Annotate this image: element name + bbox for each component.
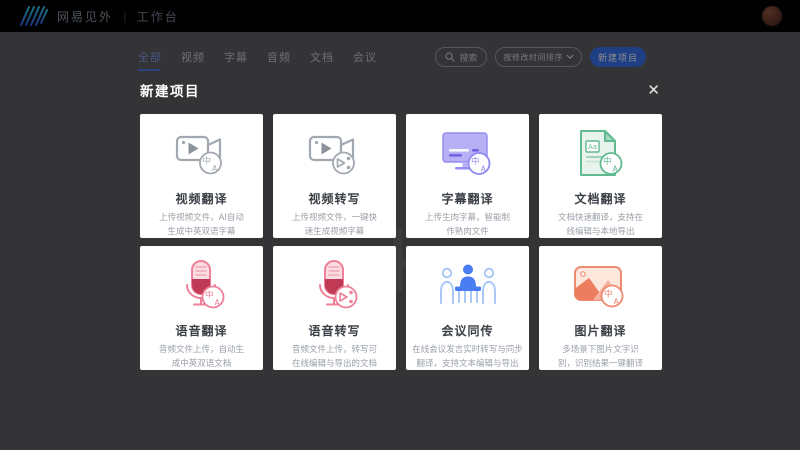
card-title: 字幕翻译 bbox=[441, 190, 493, 207]
modal-header: 新建项目 ✕ bbox=[140, 80, 662, 100]
video-transcribe-icon bbox=[303, 126, 367, 182]
card-desc: 上传生肉字幕，智能制 作熟肉文件 bbox=[421, 212, 514, 239]
video-translate-icon bbox=[170, 126, 234, 182]
card-speech-transcribe[interactable]: 语音转写 音频文件上传，转写可 在线编辑与导出的文档 bbox=[273, 246, 396, 370]
modal-title: 新建项目 bbox=[140, 80, 200, 100]
close-icon[interactable]: ✕ bbox=[645, 83, 662, 98]
speech-translate-icon bbox=[170, 258, 234, 314]
app-window: 网易见外 | 工作台 全部 视频 字幕 音频 文档 会议 bbox=[0, 0, 800, 450]
card-desc: 文档快速翻译，支持在 线编辑与本地导出 bbox=[554, 212, 647, 239]
subtitle-translate-icon bbox=[436, 126, 500, 182]
card-desc: 多场景下图片文字识 别，识别结果一键翻译 bbox=[554, 344, 647, 371]
card-title: 视频翻译 bbox=[175, 190, 227, 207]
speech-transcribe-icon bbox=[303, 258, 367, 314]
card-image-translate[interactable]: 图片翻译 多场景下图片文字识 别，识别结果一键翻译 bbox=[539, 246, 662, 370]
card-speech-translate[interactable]: 语音翻译 音频文件上传，自动生 成中英双语文档 bbox=[140, 246, 263, 370]
image-translate-icon bbox=[569, 258, 633, 314]
card-desc: 音频文件上传，自动生 成中英双语文档 bbox=[155, 344, 248, 371]
card-title: 文档翻译 bbox=[574, 190, 626, 207]
card-desc: 在线会议发言实时转写与同步 翻译，支持文本编辑与导出 bbox=[408, 344, 527, 371]
card-title: 视频转写 bbox=[308, 190, 360, 207]
card-desc: 上传视频文件，AI自动 生成中英双语字幕 bbox=[155, 212, 248, 239]
card-desc: 音频文件上传，转写可 在线编辑与导出的文档 bbox=[288, 344, 381, 371]
card-title: 会议同传 bbox=[441, 322, 493, 339]
meeting-interpretation-icon bbox=[436, 258, 500, 314]
project-type-grid: 视频翻译 上传视频文件，AI自动 生成中英双语字幕 视 bbox=[140, 114, 662, 370]
card-title: 语音转写 bbox=[308, 322, 360, 339]
card-desc: 上传视频文件，一键快 速生成视频字幕 bbox=[288, 212, 381, 239]
card-title: 图片翻译 bbox=[574, 322, 626, 339]
card-meeting-interpretation[interactable]: 会议同传 在线会议发言实时转写与同步 翻译，支持文本编辑与导出 bbox=[406, 246, 529, 370]
card-subtitle-translate[interactable]: 字幕翻译 上传生肉字幕，智能制 作熟肉文件 bbox=[406, 114, 529, 238]
svg-text:Aa: Aa bbox=[587, 143, 596, 151]
card-video-translate[interactable]: 视频翻译 上传视频文件，AI自动 生成中英双语字幕 bbox=[140, 114, 263, 238]
card-video-transcribe[interactable]: 视频转写 上传视频文件，一键快 速生成视频字幕 bbox=[273, 114, 396, 238]
new-project-modal: 新建项目 ✕ 视频翻译 上传视频文件，AI自动 生成中 bbox=[140, 80, 662, 370]
card-document-translate[interactable]: Aa 文档翻译 文档快速翻译，支持在 线编辑与本地导出 bbox=[539, 114, 662, 238]
card-title: 语音翻译 bbox=[175, 322, 227, 339]
document-translate-icon: Aa bbox=[569, 126, 633, 182]
